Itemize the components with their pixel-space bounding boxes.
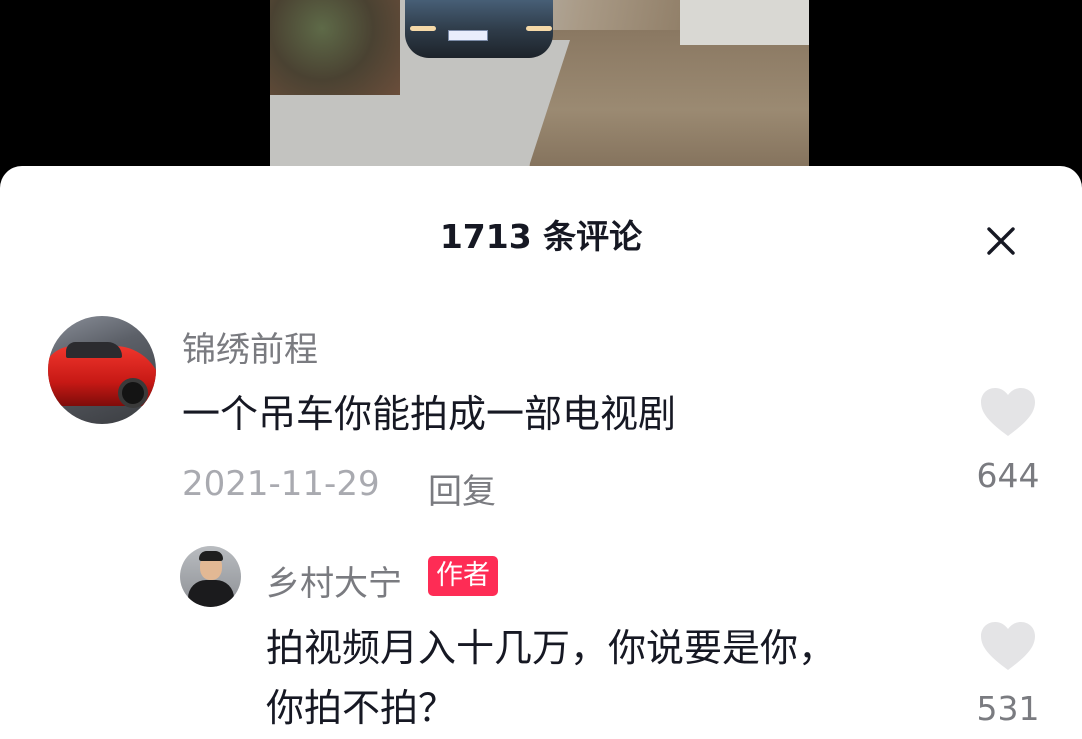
avatar-car-window bbox=[66, 342, 122, 358]
avatar[interactable] bbox=[48, 316, 156, 424]
video-foliage bbox=[270, 0, 400, 95]
car-license-plate bbox=[448, 30, 488, 41]
close-icon bbox=[987, 227, 1015, 255]
reply-text-line-1: 拍视频月入十几万，你说要是你， bbox=[266, 626, 837, 670]
reply-username[interactable]: 乡村大宁 bbox=[266, 556, 402, 605]
avatar[interactable] bbox=[180, 546, 241, 607]
comment-date: 2021-11-29 bbox=[182, 464, 380, 504]
video-wall bbox=[680, 0, 809, 45]
comment-username[interactable]: 锦绣前程 bbox=[182, 322, 318, 371]
video-preview[interactable] bbox=[270, 0, 809, 180]
car-headlight-right bbox=[526, 26, 552, 31]
car-headlight-left bbox=[410, 26, 436, 31]
reply-button[interactable]: 回复 bbox=[428, 464, 496, 513]
comment-text: 一个吊车你能拍成一部电视剧 bbox=[182, 392, 677, 436]
video-dirt-area bbox=[530, 30, 809, 180]
like-button[interactable] bbox=[975, 616, 1041, 676]
author-badge: 作者 bbox=[428, 556, 498, 596]
reply-text-line-2: 你拍不拍？ bbox=[266, 686, 457, 730]
avatar-shirt bbox=[188, 580, 234, 607]
avatar-hair bbox=[199, 551, 223, 561]
heart-icon bbox=[981, 388, 1035, 436]
comment-count-title: 1713 条评论 bbox=[439, 217, 643, 256]
avatar-car-wheel bbox=[118, 378, 148, 408]
like-button[interactable] bbox=[975, 382, 1041, 442]
like-count: 531 bbox=[976, 689, 1040, 728]
comment-sheet: 1713 条评论 锦绣前程 一个吊车你能拍成一部电视剧 2021-11-29 回… bbox=[0, 166, 1082, 739]
heart-icon bbox=[981, 622, 1035, 670]
close-button[interactable] bbox=[978, 218, 1024, 264]
like-count: 644 bbox=[976, 456, 1040, 495]
